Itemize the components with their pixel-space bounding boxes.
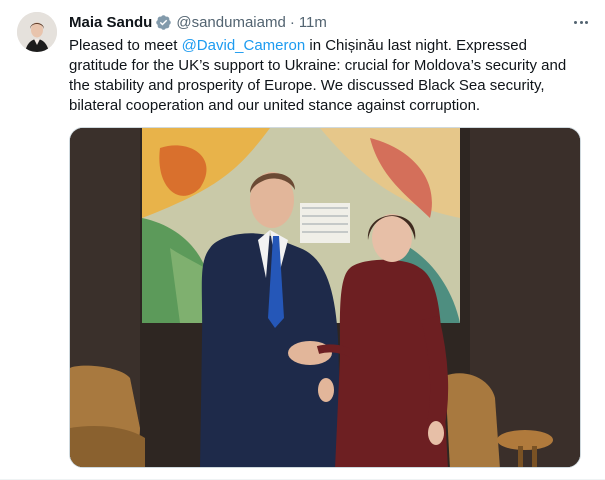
avatar[interactable] bbox=[17, 12, 57, 52]
photo-image bbox=[70, 128, 580, 467]
separator-dot: · bbox=[289, 13, 295, 31]
author-name[interactable]: Maia Sandu bbox=[69, 14, 152, 31]
avatar-image bbox=[17, 12, 57, 52]
tweet-header: Maia Sandu @sandumaiamd · 11m bbox=[69, 12, 591, 32]
tweet-timestamp[interactable]: 11m bbox=[299, 14, 327, 31]
tweet-text-part: Pleased to meet bbox=[69, 37, 182, 54]
tweet-text: Pleased to meet @David_Cameron in Chișin… bbox=[69, 36, 589, 116]
verified-badge-icon bbox=[156, 14, 172, 30]
tweet-photo[interactable] bbox=[69, 127, 581, 468]
author-handle[interactable]: @sandumaiamd bbox=[176, 14, 285, 31]
more-options-icon[interactable] bbox=[571, 12, 591, 32]
tweet[interactable]: Maia Sandu @sandumaiamd · 11m Pleased to… bbox=[0, 0, 605, 480]
mention-link[interactable]: @David_Cameron bbox=[182, 37, 306, 54]
